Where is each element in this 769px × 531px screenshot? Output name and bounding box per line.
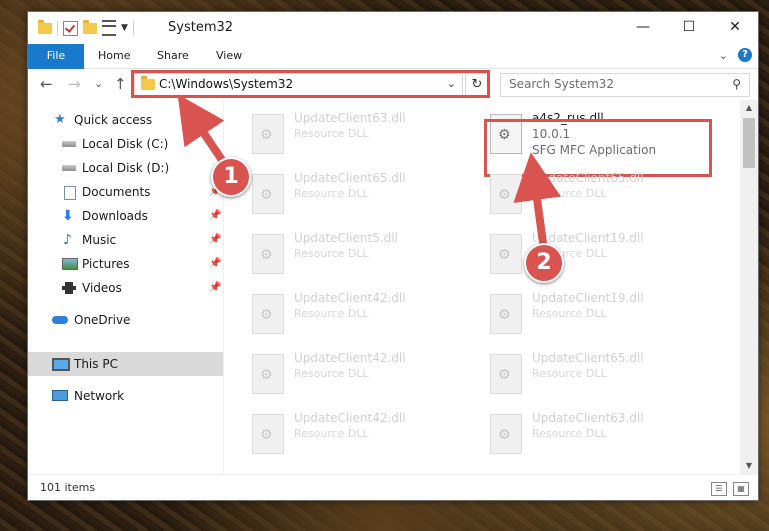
step-1-badge: 1	[211, 157, 251, 197]
step-2-badge: 2	[524, 243, 564, 283]
annotation-arrows	[177, 94, 561, 264]
